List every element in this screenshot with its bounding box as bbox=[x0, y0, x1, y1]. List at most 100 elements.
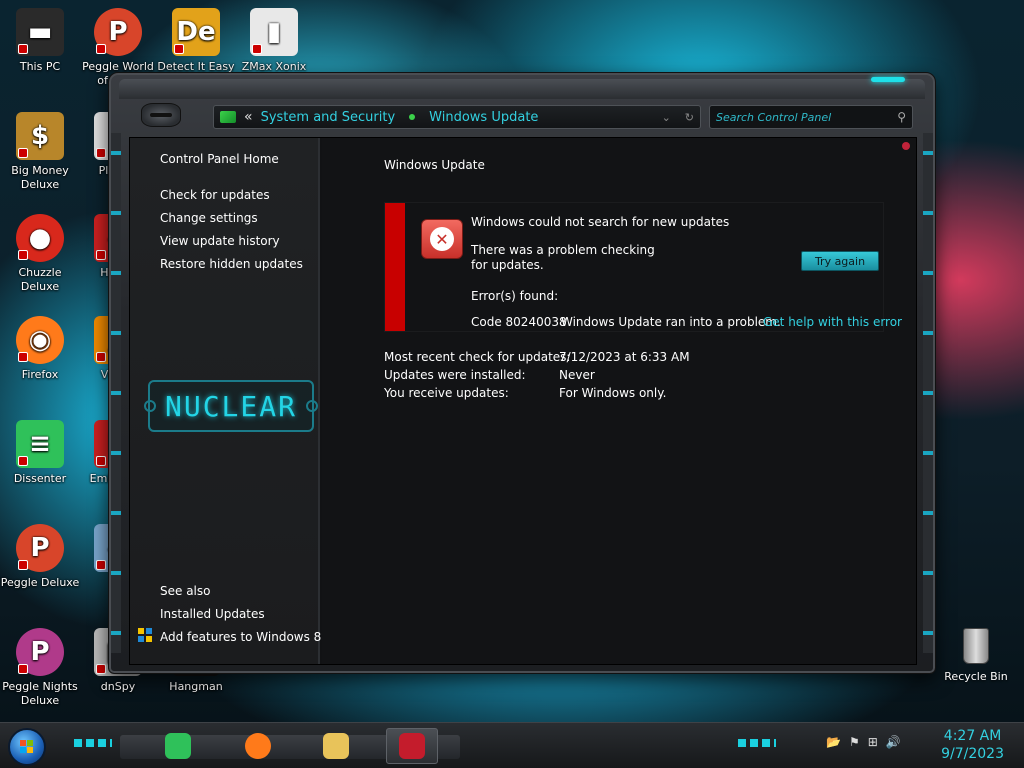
status-value: Never bbox=[559, 368, 595, 382]
desktop-shortcut[interactable]: ● Chuzzle Deluxe bbox=[0, 214, 80, 294]
desktop-shortcut-label: dnSpy bbox=[100, 680, 136, 693]
status-value: 7/12/2023 at 6:33 AM bbox=[559, 350, 690, 364]
taskbar-decoration bbox=[74, 739, 112, 747]
recycle-bin-shortcut[interactable]: Recycle Bin bbox=[940, 628, 1012, 683]
address-chevron-icon[interactable]: « bbox=[244, 109, 253, 125]
add-features-link[interactable]: Add features to Windows 8.1 bbox=[160, 630, 333, 644]
network-icon[interactable]: ⊞ bbox=[868, 735, 878, 749]
update-status-list: Most recent check for updates: 7/12/2023… bbox=[384, 348, 690, 402]
clock-date: 9/7/2023 bbox=[941, 746, 1004, 762]
nuclear-theme-logo: NUCLEAR bbox=[144, 380, 318, 432]
restore-hidden-updates-link[interactable]: Restore hidden updates bbox=[160, 257, 303, 271]
back-forward-badge-icon[interactable] bbox=[141, 103, 181, 127]
taskbar-decoration bbox=[738, 739, 776, 747]
page-title: Windows Update bbox=[384, 158, 485, 172]
shortcut-arrow-icon bbox=[18, 456, 28, 466]
peggle-icon: P bbox=[16, 628, 64, 676]
taskbar-control-panel[interactable] bbox=[386, 728, 438, 764]
address-bar[interactable]: « System and Security Windows Update ⌄ ↻ bbox=[213, 105, 701, 129]
shortcut-arrow-icon bbox=[18, 664, 28, 674]
main-pane: Windows Update ✕ Windows could not searc… bbox=[322, 138, 916, 664]
title-bar[interactable] bbox=[119, 79, 925, 99]
recycle-bin-icon bbox=[963, 628, 989, 664]
peggle-icon: P bbox=[16, 524, 64, 572]
search-icon[interactable]: ⚲ bbox=[897, 110, 906, 124]
desktop-shortcut[interactable]: $ Big Money Deluxe bbox=[0, 112, 80, 192]
breadcrumb-windows-update[interactable]: Windows Update bbox=[429, 110, 538, 125]
desktop-shortcut[interactable]: ◉ Firefox bbox=[0, 316, 80, 382]
status-key: Most recent check for updates: bbox=[384, 350, 571, 364]
change-settings-link[interactable]: Change settings bbox=[160, 211, 258, 225]
desktop-shortcut-label: Big Money Deluxe bbox=[11, 164, 69, 191]
control-panel-window[interactable]: « System and Security Windows Update ⌄ ↻… bbox=[108, 72, 936, 674]
desktop-shortcut[interactable]: ▬ This PC bbox=[0, 8, 80, 74]
refresh-icon[interactable]: ↻ bbox=[685, 111, 694, 124]
view-update-history-link[interactable]: View update history bbox=[160, 234, 280, 248]
desktop-shortcut-label: Dissenter bbox=[13, 472, 67, 485]
desktop-shortcut-label: This PC bbox=[19, 60, 61, 73]
check-for-updates-link[interactable]: Check for updates bbox=[160, 188, 270, 202]
breadcrumb-separator-icon[interactable] bbox=[409, 114, 416, 120]
status-key: Updates were installed: bbox=[384, 368, 526, 382]
dissenter-icon: ≡ bbox=[16, 420, 64, 468]
desktop-shortcut-label: Peggle Deluxe bbox=[0, 576, 80, 589]
window-edge-left bbox=[111, 133, 121, 653]
control-panel-home-link[interactable]: Control Panel Home bbox=[160, 152, 279, 166]
moneybag-icon: $ bbox=[16, 112, 64, 160]
shortcut-arrow-icon bbox=[96, 560, 106, 570]
status-row: Most recent check for updates: 7/12/2023… bbox=[384, 348, 690, 366]
errors-found-label: Error(s) found: bbox=[471, 289, 559, 303]
desktop-shortcut-label: Chuzzle Deluxe bbox=[18, 266, 62, 293]
address-dropdown-icon[interactable]: ⌄ bbox=[662, 111, 671, 124]
computer-icon: ▬ bbox=[16, 8, 64, 56]
shortcut-arrow-icon bbox=[96, 456, 106, 466]
search-box[interactable]: ⚲ bbox=[709, 105, 913, 129]
help-icon[interactable] bbox=[902, 142, 910, 150]
windows-features-icon bbox=[138, 628, 152, 642]
notification-icon[interactable]: 📂 bbox=[826, 735, 841, 749]
error-code: Code 80240038 bbox=[471, 315, 567, 329]
taskbar: 📂 ⚑ ⊞ 🔊 4:27 AM 9/7/2023 bbox=[0, 722, 1024, 768]
firefox-icon bbox=[245, 733, 271, 759]
volume-icon[interactable]: 🔊 bbox=[886, 735, 901, 749]
taskbar-file-explorer[interactable] bbox=[310, 728, 362, 764]
desktop-shortcut[interactable]: De Detect It Easy bbox=[156, 8, 236, 74]
shortcut-arrow-icon bbox=[96, 148, 106, 158]
left-navigation-pane: Control Panel Home Check for updates Cha… bbox=[130, 138, 333, 664]
get-help-link[interactable]: Get help with this error bbox=[763, 315, 902, 329]
start-button[interactable] bbox=[8, 728, 46, 766]
desktop-shortcut[interactable]: ▮ ZMax Xonix bbox=[234, 8, 314, 74]
shortcut-arrow-icon bbox=[174, 44, 184, 54]
desktop-shortcut-label: Peggle Nights Deluxe bbox=[2, 680, 78, 707]
taskbar-firefox[interactable] bbox=[232, 728, 284, 764]
shortcut-arrow-icon bbox=[18, 560, 28, 570]
system-tray: 📂 ⚑ ⊞ 🔊 bbox=[826, 735, 901, 749]
dissenter-icon bbox=[165, 733, 191, 759]
status-key: You receive updates: bbox=[384, 386, 509, 400]
taskbar-dissenter[interactable] bbox=[152, 728, 204, 764]
zmax-icon: ▮ bbox=[250, 8, 298, 56]
desktop-shortcut[interactable]: P Peggle Deluxe bbox=[0, 524, 80, 590]
search-input[interactable] bbox=[716, 110, 886, 124]
error-icon: ✕ bbox=[421, 219, 463, 259]
error-status-bar bbox=[385, 203, 405, 331]
shortcut-arrow-icon bbox=[96, 352, 106, 362]
error-description: There was a problem checking for updates… bbox=[471, 243, 655, 272]
chuzzle-icon: ● bbox=[16, 214, 64, 262]
see-also-heading: See also bbox=[160, 584, 211, 598]
desktop-shortcut[interactable]: ≡ Dissenter bbox=[0, 420, 80, 486]
clock[interactable]: 4:27 AM 9/7/2023 bbox=[941, 727, 1004, 763]
die-icon: De bbox=[172, 8, 220, 56]
shortcut-arrow-icon bbox=[252, 44, 262, 54]
status-value: For Windows only. bbox=[559, 386, 667, 400]
error-heading: Windows could not search for new updates bbox=[471, 215, 730, 229]
recycle-bin-label: Recycle Bin bbox=[944, 670, 1008, 683]
breadcrumb-system-and-security[interactable]: System and Security bbox=[261, 110, 396, 125]
desktop-shortcut-label: Hangman bbox=[169, 680, 223, 693]
folder-icon bbox=[323, 733, 349, 759]
peggle-icon: P bbox=[94, 8, 142, 56]
try-again-button[interactable]: Try again bbox=[801, 251, 879, 271]
desktop-shortcut[interactable]: P Peggle Nights Deluxe bbox=[0, 628, 80, 708]
action-center-flag-icon[interactable]: ⚑ bbox=[849, 735, 860, 749]
installed-updates-link[interactable]: Installed Updates bbox=[160, 607, 265, 621]
